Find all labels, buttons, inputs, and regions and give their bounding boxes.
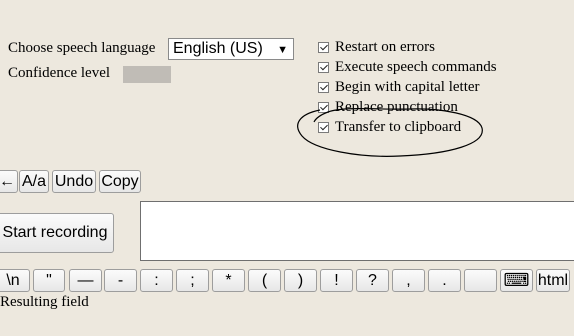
language-select[interactable]: English (US) ▼ [168, 38, 294, 60]
chevron-down-icon: ▼ [277, 44, 288, 56]
key-em-dash[interactable]: — [69, 269, 102, 292]
option-label: Restart on errors [335, 38, 435, 55]
key-comma[interactable]: , [392, 269, 425, 292]
result-field-label: Resulting field [0, 294, 89, 310]
keyboard-icon-button[interactable]: ⌨ [500, 269, 533, 292]
key-space[interactable] [464, 269, 497, 292]
key-close-paren[interactable]: ) [284, 269, 317, 292]
option-label: Execute speech commands [335, 58, 497, 75]
confidence-label: Confidence level [8, 65, 111, 81]
option-begin-with-capital[interactable]: Begin with capital letter [318, 78, 480, 96]
option-restart-on-errors[interactable]: Restart on errors [318, 38, 435, 56]
case-toggle-button[interactable]: A/a [19, 170, 49, 193]
key-open-paren[interactable]: ( [248, 269, 281, 292]
key-hyphen[interactable]: - [104, 269, 137, 292]
keyboard-icon: ⌨ [503, 270, 530, 290]
option-label: Begin with capital letter [335, 78, 480, 95]
confidence-indicator [123, 66, 171, 83]
key-exclamation[interactable]: ! [320, 269, 353, 292]
checkbox[interactable] [318, 61, 329, 73]
key-quote[interactable]: " [33, 269, 65, 292]
language-label: Choose speech language [8, 40, 156, 56]
key-question[interactable]: ? [356, 269, 389, 292]
start-recording-button[interactable]: Start recording [0, 213, 114, 253]
key-colon[interactable]: : [140, 269, 173, 292]
language-selected-value: English (US) [173, 40, 263, 57]
undo-button[interactable]: Undo [52, 170, 96, 193]
back-arrow-button[interactable]: ← [0, 170, 18, 193]
result-textarea[interactable] [140, 201, 574, 261]
checkbox[interactable] [318, 41, 329, 53]
key-semicolon[interactable]: ; [176, 269, 209, 292]
key-html[interactable]: html [536, 269, 570, 292]
copy-button[interactable]: Copy [99, 170, 141, 193]
key-period[interactable]: . [428, 269, 461, 292]
key-newline[interactable]: \n [0, 269, 30, 292]
key-asterisk[interactable]: * [212, 269, 245, 292]
annotation-ellipse [297, 108, 483, 157]
checkbox[interactable] [318, 81, 329, 93]
option-execute-speech-commands[interactable]: Execute speech commands [318, 58, 497, 76]
